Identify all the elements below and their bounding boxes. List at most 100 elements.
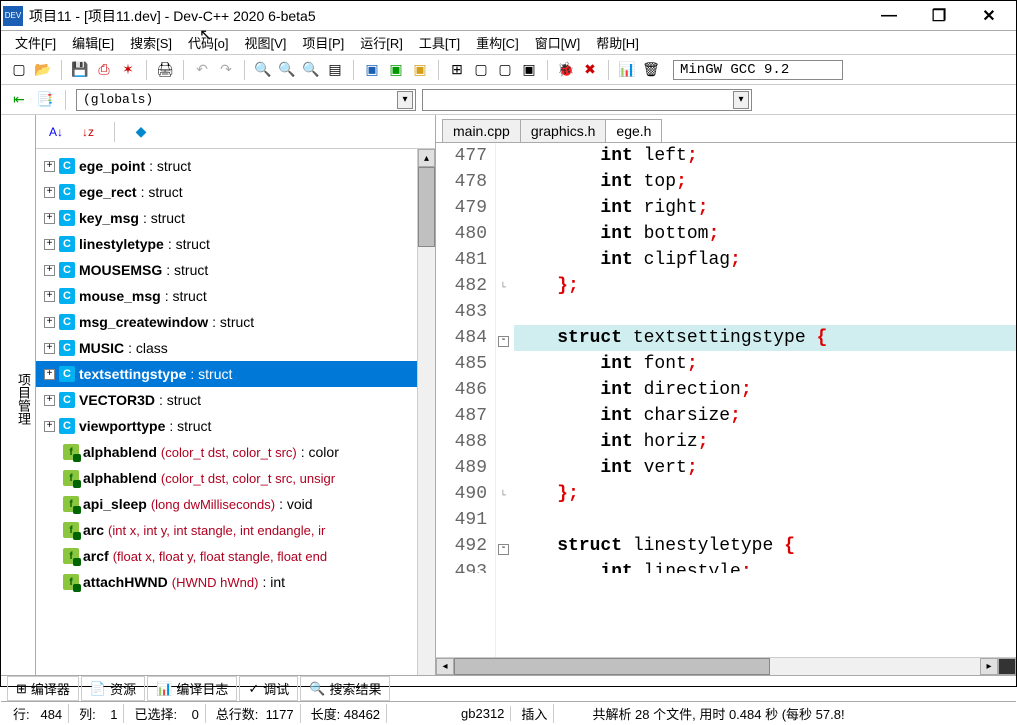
expander-icon[interactable]: + bbox=[44, 239, 55, 250]
fold-icon[interactable]: - bbox=[498, 336, 509, 347]
menu-item[interactable]: 搜索[S] bbox=[122, 31, 180, 54]
tree-item[interactable]: +C ege_rect: struct bbox=[36, 179, 435, 205]
scroll-left-icon[interactable]: ◂ bbox=[436, 658, 454, 675]
sort-alpha-icon[interactable]: A↓ bbox=[46, 122, 66, 142]
close-file-icon[interactable]: ✶ bbox=[118, 60, 138, 80]
tree-item[interactable]: +C key_msg: struct bbox=[36, 205, 435, 231]
menu-item[interactable]: 帮助[H] bbox=[588, 31, 647, 54]
tree-item[interactable]: +C ege_point: struct bbox=[36, 153, 435, 179]
chevron-down-icon[interactable]: ▾ bbox=[397, 91, 413, 109]
menu-item[interactable]: 运行[R] bbox=[352, 31, 411, 54]
fold-icon[interactable]: - bbox=[498, 544, 509, 555]
scroll-right-icon[interactable]: ▸ bbox=[980, 658, 998, 675]
code-editor[interactable]: 4774784794804814824834844854864874884894… bbox=[436, 143, 1016, 657]
clean-icon[interactable]: ▢ bbox=[495, 60, 515, 80]
sort-type-icon[interactable]: ↓z bbox=[78, 122, 98, 142]
run-icon[interactable]: ▣ bbox=[386, 60, 406, 80]
menu-item[interactable]: 工具[T] bbox=[411, 31, 468, 54]
new-file-icon[interactable]: ▢ bbox=[9, 60, 29, 80]
side-tab[interactable]: 项目管理 bbox=[12, 369, 35, 429]
expander-icon[interactable]: + bbox=[44, 265, 55, 276]
close-button[interactable]: ✕ bbox=[964, 2, 1014, 30]
output-tab[interactable]: 📄资源 bbox=[81, 676, 145, 701]
tree-item[interactable]: +C mouse_msg: struct bbox=[36, 283, 435, 309]
expander-icon[interactable]: + bbox=[44, 343, 55, 354]
class-icon: C bbox=[59, 262, 75, 278]
menu-item[interactable]: 重构[C] bbox=[468, 31, 527, 54]
chevron-down-icon[interactable]: ▾ bbox=[733, 91, 749, 109]
replace-icon[interactable]: 🔍 bbox=[277, 60, 297, 80]
scroll-thumb[interactable] bbox=[418, 167, 435, 247]
tree-item[interactable]: +C msg_createwindow: struct bbox=[36, 309, 435, 335]
compile-icon[interactable]: ▣ bbox=[362, 60, 382, 80]
tree-item[interactable]: f arcf (float x, float y, float stangle,… bbox=[36, 543, 435, 569]
maximize-button[interactable]: ❐ bbox=[914, 2, 964, 30]
menu-item[interactable]: 代码[o] bbox=[180, 31, 236, 54]
save-icon[interactable]: 💾 bbox=[70, 60, 90, 80]
all-icon[interactable]: ▣ bbox=[519, 60, 539, 80]
tree-scrollbar[interactable]: ▴ bbox=[417, 149, 435, 675]
debug-icon[interactable]: 🐞 bbox=[556, 60, 576, 80]
member-combo[interactable]: ▾ bbox=[422, 89, 752, 111]
scroll-thumb[interactable] bbox=[454, 658, 770, 675]
compile-run-icon[interactable]: ▣ bbox=[410, 60, 430, 80]
compiler-selector[interactable]: MinGW GCC 9.2 bbox=[673, 60, 843, 80]
status-line-label: 行: bbox=[13, 707, 30, 722]
rebuild-icon[interactable]: ⊞ bbox=[447, 60, 467, 80]
view-icon[interactable]: ◆ bbox=[131, 122, 151, 142]
expander-icon[interactable]: + bbox=[44, 421, 55, 432]
tree-item[interactable]: +C textsettingstype: struct bbox=[36, 361, 435, 387]
editor-tab[interactable]: graphics.h bbox=[520, 119, 607, 142]
expander-icon[interactable]: + bbox=[44, 187, 55, 198]
code-area[interactable]: int left; int top; int right; int bottom… bbox=[514, 143, 1016, 657]
expander-icon[interactable]: + bbox=[44, 317, 55, 328]
menu-item[interactable]: 编辑[E] bbox=[64, 31, 122, 54]
expander-icon[interactable]: + bbox=[44, 161, 55, 172]
back-icon[interactable]: ⇤ bbox=[9, 90, 29, 110]
tree-item[interactable]: +C MUSIC: class bbox=[36, 335, 435, 361]
menu-item[interactable]: 窗口[W] bbox=[527, 31, 589, 54]
class-tree[interactable]: +C ege_point: struct+C ege_rect: struct+… bbox=[36, 149, 435, 675]
expander-icon[interactable]: + bbox=[44, 395, 55, 406]
bookmark-icon[interactable]: 📑 bbox=[35, 90, 55, 110]
goto-icon[interactable]: ▤ bbox=[325, 60, 345, 80]
trash-icon[interactable]: 🗑 bbox=[641, 60, 661, 80]
output-tab[interactable]: ✓调试 bbox=[239, 676, 298, 701]
profile-icon[interactable]: 📊 bbox=[617, 60, 637, 80]
find-icon[interactable]: 🔍 bbox=[253, 60, 273, 80]
tree-item[interactable]: f api_sleep (long dwMilliseconds): void bbox=[36, 491, 435, 517]
scroll-up-icon[interactable]: ▴ bbox=[418, 149, 435, 167]
item-name: VECTOR3D bbox=[79, 392, 155, 408]
tree-item[interactable]: f attachHWND (HWND hWnd): int bbox=[36, 569, 435, 595]
undo-icon[interactable]: ↶ bbox=[192, 60, 212, 80]
menu-item[interactable]: 视图[V] bbox=[236, 31, 294, 54]
tree-item[interactable]: +C viewporttype: struct bbox=[36, 413, 435, 439]
stop-icon[interactable]: ✖ bbox=[580, 60, 600, 80]
output-tab[interactable]: ⊞编译器 bbox=[7, 676, 79, 701]
minimize-button[interactable]: — bbox=[864, 2, 914, 30]
expander-icon[interactable]: + bbox=[44, 213, 55, 224]
output-tab[interactable]: 📊编译日志 bbox=[147, 676, 237, 701]
open-icon[interactable]: 📂 bbox=[33, 60, 53, 80]
output-tab[interactable]: 🔍搜索结果 bbox=[300, 676, 390, 701]
expander-icon[interactable]: + bbox=[44, 369, 55, 380]
tree-item[interactable]: f alphablend (color_t dst, color_t src):… bbox=[36, 439, 435, 465]
expander-icon[interactable]: + bbox=[44, 291, 55, 302]
menu-item[interactable]: 文件[F] bbox=[7, 31, 64, 54]
print-icon[interactable]: 🖨 bbox=[155, 60, 175, 80]
redo-icon[interactable]: ↷ bbox=[216, 60, 236, 80]
tree-item[interactable]: f alphablend (color_t dst, color_t src, … bbox=[36, 465, 435, 491]
tree-item[interactable]: +C linestyletype: struct bbox=[36, 231, 435, 257]
editor-hscrollbar[interactable]: ◂ ▸ bbox=[436, 657, 1016, 675]
save-all-icon[interactable]: ⎙ bbox=[94, 60, 114, 80]
tree-item[interactable]: +C MOUSEMSG: struct bbox=[36, 257, 435, 283]
scope-combo[interactable]: (globals) ▾ bbox=[76, 89, 416, 111]
tree-item[interactable]: f arc (int x, int y, int stangle, int en… bbox=[36, 517, 435, 543]
find-next-icon[interactable]: 🔍 bbox=[301, 60, 321, 80]
syntax-icon[interactable]: ▢ bbox=[471, 60, 491, 80]
editor-tab[interactable]: ege.h bbox=[605, 119, 662, 142]
tree-item[interactable]: +C VECTOR3D: struct bbox=[36, 387, 435, 413]
editor-tab[interactable]: main.cpp bbox=[442, 119, 521, 142]
menu-item[interactable]: 项目[P] bbox=[294, 31, 352, 54]
fold-column[interactable]: └-└- bbox=[496, 143, 514, 657]
